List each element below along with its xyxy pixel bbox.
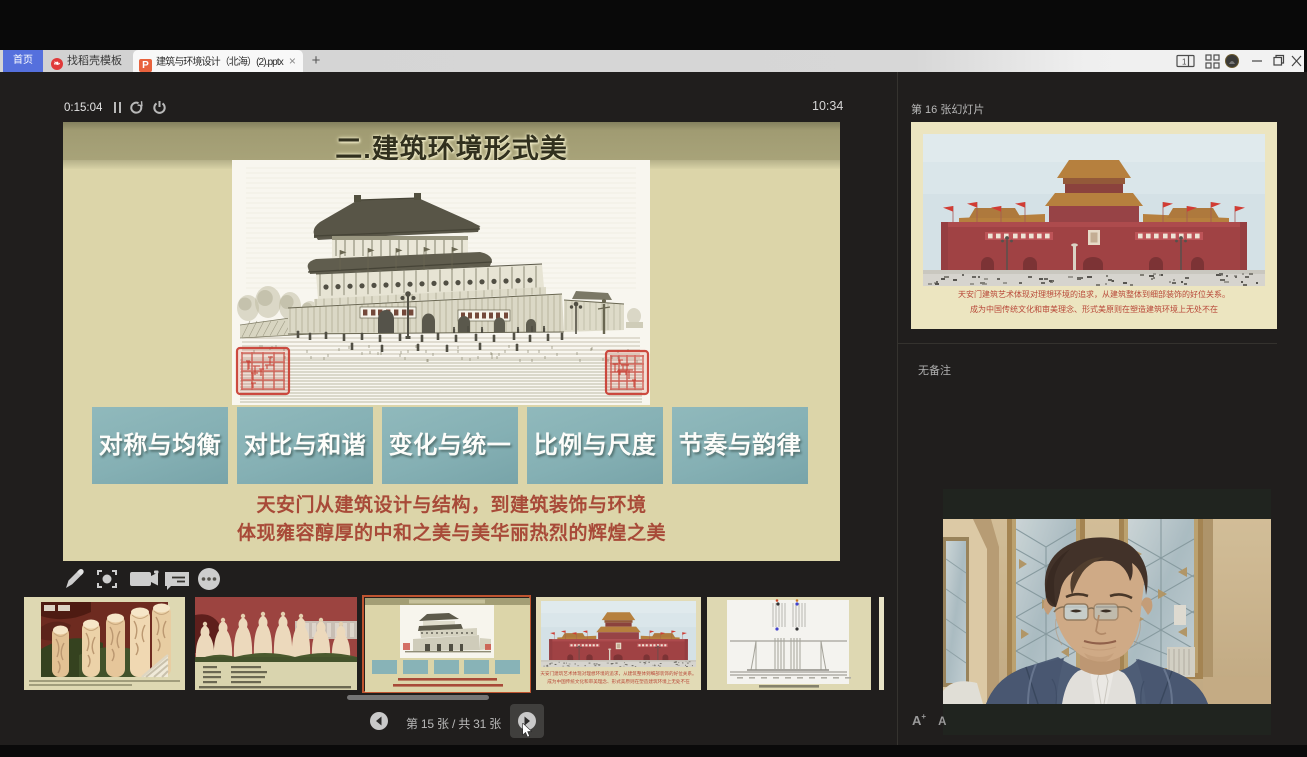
svg-text:1: 1 [1182,58,1187,67]
